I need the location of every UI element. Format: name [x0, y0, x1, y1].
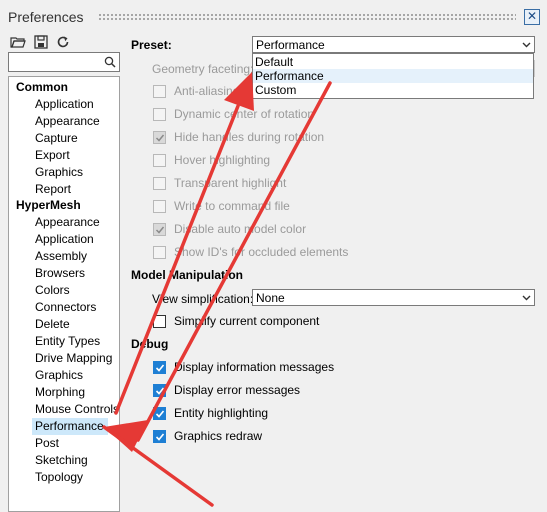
preset-dropdown-list[interactable]: Default Performance Custom — [252, 53, 534, 99]
close-button[interactable]: ✕ — [524, 9, 540, 25]
hide-handles-checkbox[interactable] — [153, 131, 166, 144]
view-simplification-select[interactable]: None — [252, 289, 535, 306]
checkmark-icon — [155, 226, 165, 234]
tree-item[interactable]: Report — [35, 181, 71, 198]
preset-label: Preset: — [131, 38, 172, 52]
show-ids-label: Show ID's for occluded elements — [174, 245, 349, 259]
geometry-faceting-label: Geometry faceting: — [152, 62, 254, 76]
drag-grip[interactable] — [98, 13, 516, 21]
simplify-component-checkbox[interactable] — [153, 315, 166, 328]
search-icon[interactable] — [104, 56, 116, 68]
checkmark-icon — [155, 410, 165, 418]
tree-item[interactable]: Export — [35, 147, 70, 164]
anti-aliasing-checkbox[interactable] — [153, 85, 166, 98]
preset-option-default[interactable]: Default — [253, 55, 533, 69]
search-input[interactable] — [8, 52, 120, 72]
simplify-component-label: Simplify current component — [174, 314, 320, 328]
tree-item[interactable]: Drive Mapping — [35, 350, 112, 367]
tree-item[interactable]: Entity Types — [35, 333, 100, 350]
display-info-label: Display information messages — [174, 360, 335, 374]
window-title: Preferences — [8, 9, 84, 25]
tree-item[interactable]: Mouse Controls — [35, 401, 119, 418]
transparent-highlight-checkbox[interactable] — [153, 177, 166, 190]
display-info-checkbox[interactable] — [153, 361, 166, 374]
tree-item[interactable]: Graphics — [35, 367, 83, 384]
tree-item[interactable]: Application — [35, 96, 94, 113]
disable-auto-color-label: Disable auto model color — [174, 222, 307, 236]
preset-option-custom[interactable]: Custom — [253, 83, 533, 97]
write-command-file-checkbox[interactable] — [153, 200, 166, 213]
tree-item[interactable]: Sketching — [35, 452, 88, 469]
chevron-down-icon[interactable] — [522, 295, 531, 301]
tree-group-hypermesh[interactable]: HyperMesh — [16, 197, 81, 214]
display-errors-label: Display error messages — [174, 383, 301, 397]
tree-item[interactable]: Connectors — [35, 299, 96, 316]
tree-group-common[interactable]: Common — [16, 79, 68, 96]
refresh-icon[interactable] — [55, 34, 71, 50]
checkmark-icon — [155, 134, 165, 142]
checkmark-icon — [155, 387, 165, 395]
dynamic-center-label: Dynamic center of rotation — [174, 107, 315, 121]
tree-item[interactable]: Colors — [35, 282, 70, 299]
view-simplification-label: View simplification: — [152, 292, 254, 306]
chevron-down-icon[interactable] — [522, 42, 531, 48]
hover-highlighting-label: Hover highlighting — [174, 153, 271, 167]
preferences-tree[interactable]: Common Application Appearance Capture Ex… — [8, 76, 120, 512]
tree-item[interactable]: Capture — [35, 130, 78, 147]
show-ids-checkbox[interactable] — [153, 246, 166, 259]
tree-item[interactable]: Morphing — [35, 384, 85, 401]
preset-value: Performance — [256, 38, 325, 52]
save-icon[interactable] — [33, 34, 49, 50]
hide-handles-label: Hide handles during rotation — [174, 130, 325, 144]
open-folder-icon[interactable] — [10, 34, 26, 50]
graphics-redraw-label: Graphics redraw — [174, 429, 263, 443]
write-command-file-label: Write to command file — [174, 199, 290, 213]
display-errors-checkbox[interactable] — [153, 384, 166, 397]
tree-item[interactable]: Topology — [35, 469, 83, 486]
transparent-highlight-label: Transparent highlight — [174, 176, 287, 190]
model-manipulation-header: Model Manipulation — [131, 268, 243, 282]
preset-select[interactable]: Performance — [252, 36, 535, 53]
checkmark-icon — [155, 433, 165, 441]
title-bar: Preferences ✕ — [0, 0, 547, 30]
tree-item[interactable]: Appearance — [35, 113, 100, 130]
disable-auto-color-checkbox[interactable] — [153, 223, 166, 236]
dynamic-center-checkbox[interactable] — [153, 108, 166, 121]
hover-highlighting-checkbox[interactable] — [153, 154, 166, 167]
view-simplification-value: None — [256, 291, 285, 305]
tree-item[interactable]: Appearance — [35, 214, 100, 231]
tree-item[interactable]: Assembly — [35, 248, 87, 265]
checkmark-icon — [155, 364, 165, 372]
preset-option-performance[interactable]: Performance — [253, 69, 533, 83]
graphics-redraw-checkbox[interactable] — [153, 430, 166, 443]
tree-item[interactable]: Delete — [35, 316, 70, 333]
tree-item[interactable]: Application — [35, 231, 94, 248]
tree-item[interactable]: Browsers — [35, 265, 85, 282]
debug-header: Debug — [131, 337, 169, 351]
tree-item[interactable]: Post — [35, 435, 59, 452]
entity-highlighting-checkbox[interactable] — [153, 407, 166, 420]
tree-item-selected[interactable]: Performance — [32, 418, 108, 435]
anti-aliasing-label: Anti-aliasing — [174, 84, 240, 98]
tree-item[interactable]: Graphics — [35, 164, 83, 181]
entity-highlighting-label: Entity highlighting — [174, 406, 269, 420]
